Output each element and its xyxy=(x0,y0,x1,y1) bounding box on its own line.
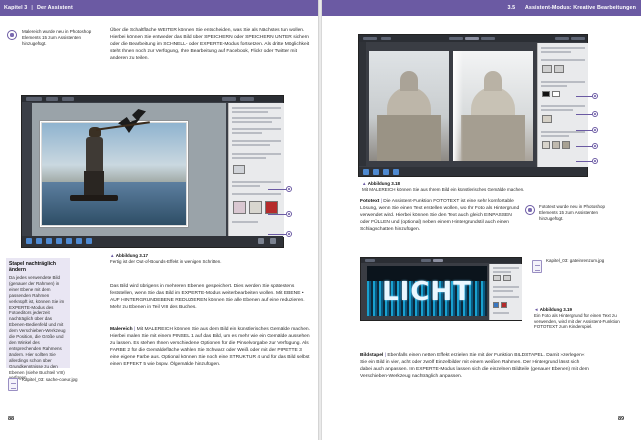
elements-screenshot-3-17 xyxy=(21,95,284,248)
neon-text: LICHT xyxy=(382,277,472,307)
photo-painted xyxy=(453,51,533,161)
bildstapel-lead: Bildstapel xyxy=(360,353,384,358)
fototext-text: Die Assistent-Funktion FOTOTEXT ist eine… xyxy=(360,199,520,232)
callout-marker-5 xyxy=(592,111,598,117)
figure-3-18-caption: ▲ Abbildung 3.18 Mit MALEREICH können Si… xyxy=(362,181,525,192)
section-title: Assistent-Modus: Kreative Bearbeitungen xyxy=(524,5,636,11)
frame-thumb xyxy=(249,201,262,214)
out-of-bounds-frame xyxy=(40,121,188,227)
bildstapel-text: Ebenfalls einen netten Effekt erzielen S… xyxy=(360,353,589,379)
malereich-panel xyxy=(537,43,588,167)
callout-marker-1 xyxy=(286,186,292,192)
right-page: 3.5 Assistent-Modus: Kreative Bearbeitun… xyxy=(322,0,641,440)
frame-thumb xyxy=(233,201,246,214)
tip-title: Stapel nachträglich ändern xyxy=(9,261,56,273)
cormorant-bird xyxy=(132,109,146,121)
malereich-lead: Malereich xyxy=(110,327,133,332)
callout-marker-7 xyxy=(592,143,598,149)
left-paragraph-2: Das Bild wird übrigens in mehreren Ebene… xyxy=(110,284,305,310)
frame-thumb xyxy=(265,201,278,214)
chapter-title: Der Assistent xyxy=(36,5,73,11)
figure-3-19-caption: ◄ Abbildung 3.19 Ein Foto als Hintergrun… xyxy=(534,307,620,330)
left-side-note: Malereich wurde neu in Photoshop Element… xyxy=(22,29,92,46)
tool-strip xyxy=(359,42,366,166)
elements-screenshot-3-19: LICHT xyxy=(360,257,522,321)
app-bottom-bar xyxy=(22,236,283,247)
left-paragraph-3: Malereich | Mit MALEREICH können Sie aus… xyxy=(110,327,310,367)
chapter-label: Kapitel 3 xyxy=(4,5,28,11)
right-file-note: Kapitel_03: gateinrenzum.jpg xyxy=(546,258,605,263)
left-intro-paragraph: Über die Schaltfläche WEITER können Sie … xyxy=(110,28,310,61)
elements-screenshot-3-18 xyxy=(358,34,588,177)
malereich-text: Mit MALEREICH können Sie aus dem Bild ei… xyxy=(110,327,310,367)
callout-marker-6 xyxy=(592,127,598,133)
tip-body: Da jedes verwendete Bild (genauer der Ra… xyxy=(9,275,66,381)
file-icon xyxy=(532,260,542,273)
figure-3-17-caption: ▲ Abbildung 3.17 Fertig ist der Out-of-B… xyxy=(110,253,222,264)
photo-text-preview: LICHT xyxy=(367,266,487,316)
right-paragraph-2: Bildstapel | Ebenfalls einen netten Effe… xyxy=(360,353,589,379)
left-page-number: 88 xyxy=(8,416,15,422)
new-feature-icon xyxy=(7,30,17,40)
fototext-panel xyxy=(489,264,522,320)
left-file-note: Kapitel_03: sache-coeur.jpg xyxy=(22,377,78,382)
right-page-number: 89 xyxy=(618,416,625,422)
new-feature-icon xyxy=(525,205,535,215)
callout-marker-4 xyxy=(592,93,598,99)
left-page: Kapitel 3 | Der Assistent Malereich wurde … xyxy=(0,0,318,440)
callout-marker-8 xyxy=(592,158,598,164)
assistant-panel xyxy=(228,103,284,237)
fototext-lead: Fototext xyxy=(360,199,380,204)
app-menubar xyxy=(22,96,283,102)
fisherman-figure xyxy=(70,127,118,227)
photo-original xyxy=(369,51,449,161)
right-running-header: 3.5 Assistent-Modus: Kreative Bearbeitun… xyxy=(322,0,641,16)
right-paragraph-1: Fototext | Die Assistent-Funktion FOTOTE… xyxy=(360,199,520,232)
callout-marker-3 xyxy=(286,231,292,237)
right-side-note: Fototext wurde neu in Photoshop Elements… xyxy=(539,204,606,221)
app-canvas xyxy=(32,103,226,236)
section-number: 3.5 xyxy=(507,5,516,11)
left-running-header: Kapitel 3 | Der Assistent xyxy=(0,0,318,16)
callout-marker-2 xyxy=(286,211,292,217)
tip-box-stapel: Stapel nachträglich ändern Da jedes verw… xyxy=(6,258,70,380)
file-icon xyxy=(8,378,18,391)
